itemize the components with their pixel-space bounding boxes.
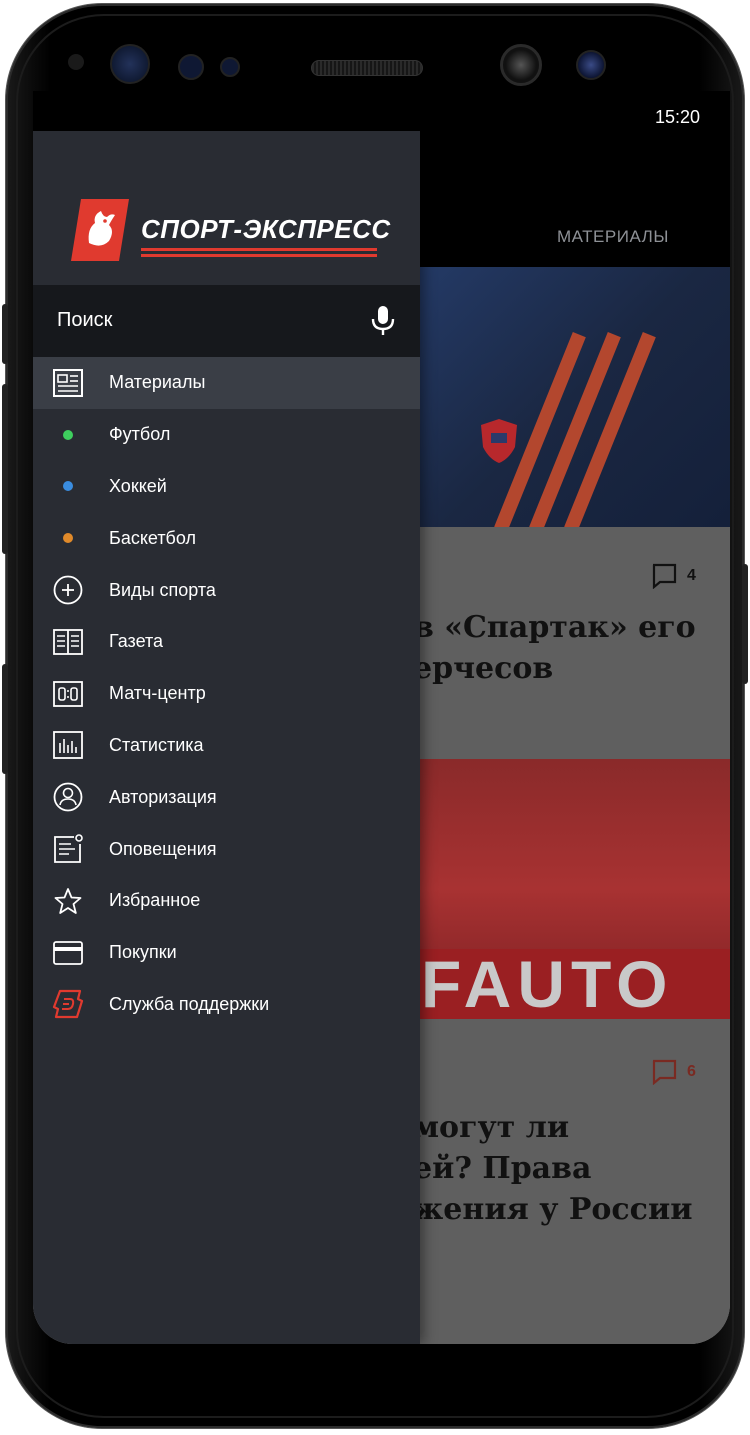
volume-up-button (2, 304, 8, 364)
iris-scanner (110, 44, 150, 84)
drawer-header: СПОРТ-ЭКСПРЕСС (33, 131, 420, 285)
menu-label: Виды спорта (109, 579, 216, 600)
proximity-sensor (178, 54, 204, 80)
bixby-button (2, 664, 8, 774)
search-bar[interactable]: Поиск (33, 285, 420, 357)
logo-underline (141, 254, 377, 257)
menu-label: Баскетбол (109, 527, 196, 548)
status-time: 15:20 (654, 107, 700, 127)
menu-label: Избранное (109, 890, 201, 911)
menu-label: Служба поддержки (109, 993, 270, 1014)
menu-label: Покупки (109, 942, 177, 963)
brand-wordmark: СПОРТ-ЭКСПРЕСС (141, 214, 391, 244)
menu-label: Статистика (109, 734, 204, 755)
logo-underline (141, 248, 377, 251)
screen: 15:20 И МАТЕРИАЛЫ 4 (33, 91, 730, 1344)
plus-circle-icon (51, 573, 85, 607)
news-icon (51, 366, 85, 400)
menu-item-hockey[interactable]: Хоккей (33, 461, 420, 513)
menu-item-football[interactable]: Футбол (33, 409, 420, 461)
menu-label: Хоккей (109, 475, 167, 496)
club-crest-icon (481, 419, 517, 463)
earpiece-speaker (311, 60, 423, 76)
menu-label: Авторизация (109, 786, 217, 807)
star-icon (51, 884, 85, 918)
phone-frame: 15:20 И МАТЕРИАЛЫ 4 (2, 4, 748, 1428)
scoreboard-icon (51, 677, 85, 711)
rooster-logo-icon (71, 199, 129, 261)
menu-label: Футбол (109, 424, 171, 445)
drawer-menu: Материалы Футбол Хоккей Баскетбол Виды с… (33, 357, 420, 1030)
menu-label: Оповещения (109, 838, 217, 859)
power-button (742, 564, 748, 684)
support-icon (51, 987, 85, 1021)
comment-count: 4 (651, 563, 696, 589)
comment-icon (652, 1059, 677, 1085)
iris-camera (576, 50, 606, 80)
microphone-icon[interactable] (370, 305, 396, 337)
menu-item-support[interactable]: Служба поддержки (33, 979, 420, 1031)
menu-item-materials[interactable]: Материалы (33, 357, 420, 409)
sensor-dot (68, 54, 84, 70)
navigation-drawer: СПОРТ-ЭКСПРЕСС Поиск Материалы Футбол Хо… (33, 131, 420, 1344)
menu-label: Газета (109, 631, 164, 652)
volume-button (2, 384, 8, 554)
menu-item-sports[interactable]: Виды спорта (33, 564, 420, 616)
menu-item-basketball[interactable]: Баскетбол (33, 512, 420, 564)
bar-chart-icon (51, 728, 85, 762)
menu-item-statistics[interactable]: Статистика (33, 720, 420, 772)
dot-icon (51, 469, 85, 503)
menu-item-newspaper[interactable]: Газета (33, 616, 420, 668)
headline-line: жения у России (413, 1192, 693, 1227)
tab-materials[interactable]: МАТЕРИАЛЫ (557, 227, 669, 247)
headline-line: ей? Права (413, 1151, 592, 1186)
menu-item-authorization[interactable]: Авторизация (33, 771, 420, 823)
search-input[interactable]: Поиск (57, 309, 112, 332)
card-icon (51, 936, 85, 970)
comment-count: 6 (651, 1059, 696, 1085)
menu-label: Материалы (109, 372, 206, 393)
notification-icon (51, 832, 85, 866)
menu-item-favorites[interactable]: Избранное (33, 875, 420, 927)
user-icon (51, 780, 85, 814)
light-sensor (220, 57, 240, 77)
menu-item-match-center[interactable]: Матч-центр (33, 668, 420, 720)
headline-line: ерчесов (413, 651, 554, 686)
comment-icon (652, 563, 677, 589)
menu-label: Матч-центр (109, 683, 206, 704)
menu-item-notifications[interactable]: Оповещения (33, 823, 420, 875)
front-camera (500, 44, 542, 86)
headline-line: могут ли (413, 1110, 570, 1145)
newspaper-icon (51, 625, 85, 659)
dot-icon (51, 418, 85, 452)
menu-item-purchases[interactable]: Покупки (33, 927, 420, 979)
dot-icon (51, 521, 85, 555)
headline-line: в «Спартак» его (413, 610, 696, 645)
